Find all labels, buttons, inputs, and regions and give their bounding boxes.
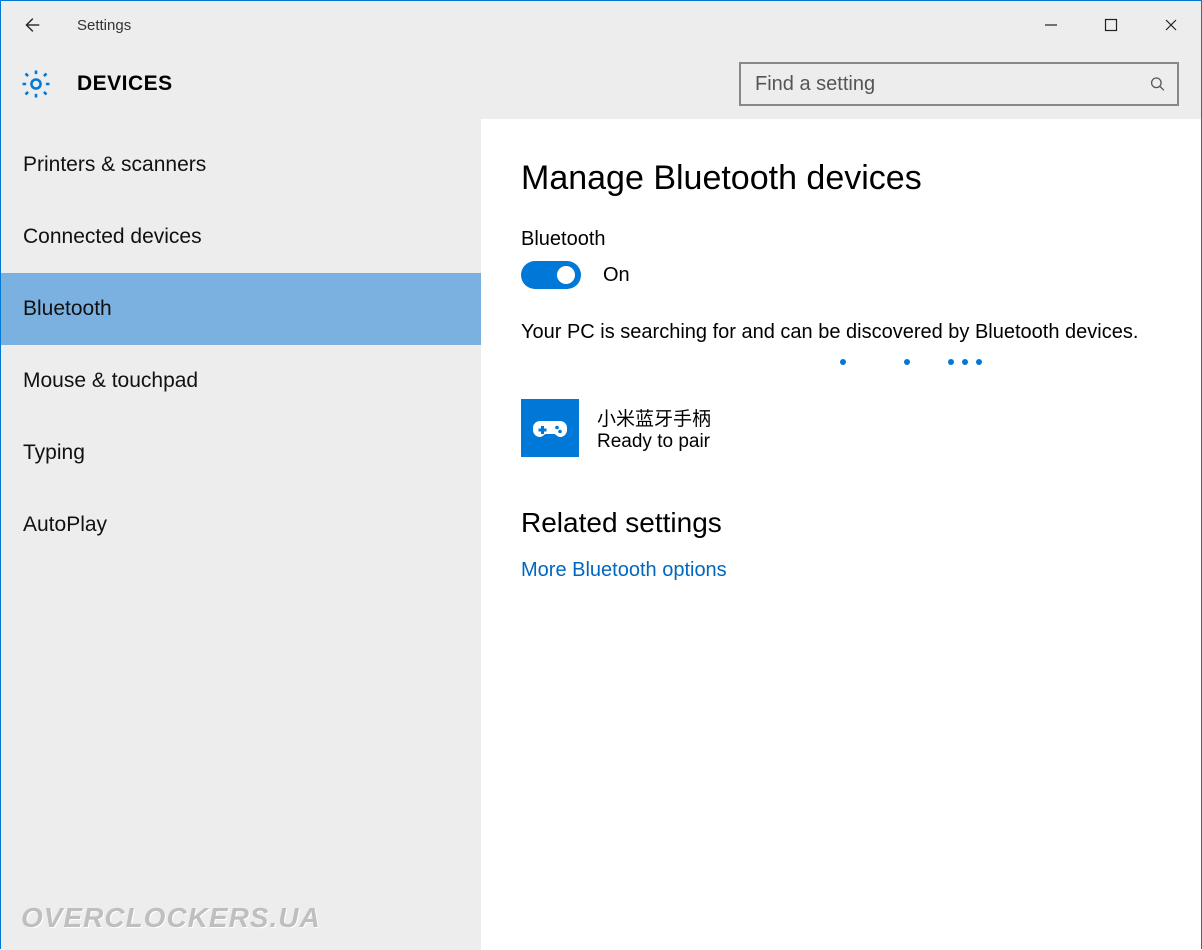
progress-indicator [661, 359, 1161, 365]
header-brand: DEVICES [19, 67, 173, 101]
window-controls [1021, 6, 1201, 44]
device-status: Ready to pair [597, 431, 711, 453]
search-box[interactable] [739, 62, 1179, 106]
page-title: DEVICES [77, 72, 173, 96]
device-item[interactable]: 小米蓝牙手柄 Ready to pair [521, 399, 1161, 457]
progress-dot [976, 359, 982, 365]
sidebar-item-label: Typing [23, 441, 85, 465]
progress-dot [962, 359, 968, 365]
sidebar-item-label: Bluetooth [23, 297, 112, 321]
back-button[interactable] [1, 1, 61, 49]
content-heading: Manage Bluetooth devices [521, 159, 1161, 198]
status-text: Your PC is searching for and can be disc… [521, 317, 1161, 347]
minimize-icon [1044, 18, 1058, 32]
minimize-button[interactable] [1021, 6, 1081, 44]
bluetooth-toggle[interactable] [521, 261, 581, 289]
window-title: Settings [77, 17, 131, 34]
search-icon [1148, 74, 1167, 94]
bluetooth-label: Bluetooth [521, 228, 1161, 251]
device-icon-tile [521, 399, 579, 457]
sidebar-item-typing[interactable]: Typing [1, 417, 481, 489]
gear-icon [19, 67, 53, 101]
watermark: OVERCLOCKERS.UA [21, 902, 321, 934]
more-bluetooth-options-link[interactable]: More Bluetooth options [521, 559, 1161, 582]
search-input[interactable] [755, 73, 1148, 96]
maximize-button[interactable] [1081, 6, 1141, 44]
header: DEVICES [1, 49, 1201, 119]
sidebar-item-label: AutoPlay [23, 513, 107, 537]
sidebar-item-printers-scanners[interactable]: Printers & scanners [1, 129, 481, 201]
sidebar-item-connected-devices[interactable]: Connected devices [1, 201, 481, 273]
sidebar-item-mouse-touchpad[interactable]: Mouse & touchpad [1, 345, 481, 417]
titlebar-left: Settings [1, 1, 131, 49]
sidebar-item-label: Mouse & touchpad [23, 369, 198, 393]
main: Printers & scanners Connected devices Bl… [1, 119, 1201, 950]
sidebar-item-label: Printers & scanners [23, 153, 206, 177]
device-name: 小米蓝牙手柄 [597, 404, 711, 431]
sidebar-item-label: Connected devices [23, 225, 202, 249]
progress-dot [948, 359, 954, 365]
sidebar-item-autoplay[interactable]: AutoPlay [1, 489, 481, 561]
close-button[interactable] [1141, 6, 1201, 44]
bluetooth-toggle-row: On [521, 261, 1161, 289]
titlebar: Settings [1, 1, 1201, 49]
maximize-icon [1104, 18, 1118, 32]
progress-dot [904, 359, 910, 365]
content: Manage Bluetooth devices Bluetooth On Yo… [481, 119, 1201, 950]
toggle-knob [557, 266, 575, 284]
sidebar-item-bluetooth[interactable]: Bluetooth [1, 273, 481, 345]
bluetooth-toggle-state: On [603, 264, 630, 287]
close-icon [1164, 18, 1178, 32]
device-meta: 小米蓝牙手柄 Ready to pair [597, 404, 711, 453]
gamepad-icon [530, 408, 570, 448]
progress-dot [840, 359, 846, 365]
related-settings-heading: Related settings [521, 507, 1161, 539]
sidebar: Printers & scanners Connected devices Bl… [1, 119, 481, 950]
back-arrow-icon [20, 14, 42, 36]
